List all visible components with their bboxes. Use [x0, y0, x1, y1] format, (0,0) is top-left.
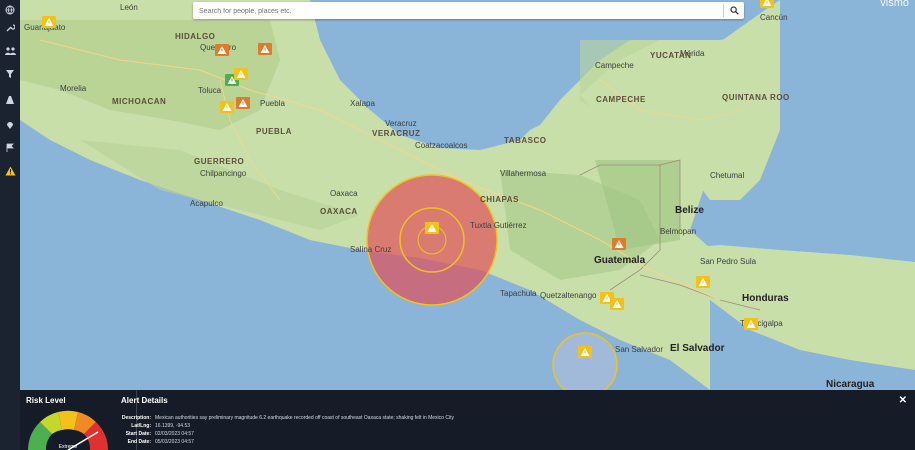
alert-marker-orange[interactable]	[612, 238, 626, 250]
close-button[interactable]: ✕	[899, 395, 907, 406]
alert-icon[interactable]	[2, 163, 18, 179]
alert-marker-orange[interactable]	[236, 97, 250, 109]
alert-marker-yellow[interactable]	[42, 16, 56, 28]
city-label: San Pedro Sula	[700, 257, 757, 266]
alert-marker-yellow[interactable]	[696, 276, 710, 288]
detail-value: 02/03/2023 04:57	[155, 431, 194, 437]
city-label: Chetumal	[710, 171, 745, 180]
city-label: Oaxaca	[330, 189, 358, 198]
city-label: Chilpancingo	[200, 169, 247, 178]
pin-icon[interactable]	[2, 117, 18, 133]
region-label: YUCATAN	[650, 51, 692, 60]
city-label: Morelia	[60, 84, 87, 93]
alert-panel: Risk Level Extreme Alert Details Descrip…	[20, 390, 915, 450]
risk-value-label: Extreme	[59, 444, 78, 450]
region-label: CAMPECHE	[596, 95, 646, 104]
alert-marker-earthquake[interactable]	[425, 222, 439, 234]
region-label: CHIAPAS	[480, 195, 519, 204]
country-label: Guatemala	[594, 255, 646, 266]
city-label: Veracruz	[385, 119, 417, 128]
city-label: Villahermosa	[500, 169, 547, 178]
search-bar	[193, 2, 744, 19]
country-label: Belize	[675, 205, 704, 216]
region-label: HIDALGO	[175, 32, 216, 41]
city-label: Cancún	[760, 13, 788, 22]
alert-marker-yellow[interactable]	[578, 346, 592, 358]
region-label: QUINTANA ROO	[722, 93, 790, 102]
alert-marker-orange[interactable]	[215, 44, 229, 56]
detail-value: 05/03/2023 04:57	[155, 439, 194, 445]
alert-details-title: Alert Details	[121, 396, 168, 405]
region-label: VERACRUZ	[372, 129, 421, 138]
region-label: MICHOACAN	[112, 97, 167, 106]
region-label: GUERRERO	[194, 157, 245, 166]
risk-gauge: Extreme	[28, 410, 108, 450]
people-icon[interactable]	[2, 43, 18, 59]
city-label: Salina Cruz	[350, 245, 392, 254]
city-label: León	[120, 3, 138, 12]
brand-logo: vismo	[880, 0, 909, 9]
detail-value: 16.1399, -94.53	[155, 423, 191, 429]
detail-value: Mexican authorities say preliminary magn…	[155, 415, 454, 421]
city-label: Puebla	[260, 99, 285, 108]
city-label: Acapulco	[190, 199, 223, 208]
alert-marker-yellow[interactable]	[610, 298, 624, 310]
city-label: Campeche	[595, 61, 634, 70]
country-label: El Salvador	[670, 343, 725, 354]
detail-start-row: Start Date: 02/03/2023 04:57	[121, 431, 194, 437]
map-background	[20, 0, 915, 390]
detail-end-row: End Date: 05/03/2023 04:57	[121, 439, 194, 445]
country-label: Nicaragua	[826, 379, 875, 390]
city-label: Tapachula	[500, 289, 537, 298]
detail-key: Description:	[121, 415, 151, 421]
left-sidebar	[0, 0, 20, 450]
detail-key: Start Date:	[125, 431, 151, 437]
city-label: San Salvador	[615, 345, 664, 354]
region-label: PUEBLA	[256, 127, 292, 136]
city-label: Belmopan	[660, 227, 697, 236]
region-label: OAXACA	[320, 207, 358, 216]
alert-marker-yellow[interactable]	[744, 318, 758, 330]
city-label: Quetzaltenango	[540, 291, 597, 300]
region-label: TABASCO	[504, 136, 547, 145]
city-label: Tuxtla Gutiérrez	[470, 221, 527, 230]
search-input[interactable]	[197, 4, 721, 19]
map-canvas[interactable]: León Guanajuato Querétaro Toluca Puebla …	[20, 0, 915, 390]
city-label: Toluca	[198, 86, 222, 95]
search-icon[interactable]	[727, 3, 742, 18]
detail-latlng-row: Lat/Lng: 16.1399, -94.53	[121, 423, 190, 429]
alert-marker-yellow[interactable]	[220, 101, 234, 113]
risk-level-title: Risk Level	[26, 396, 66, 405]
wrench-icon[interactable]	[2, 20, 18, 36]
country-label: Honduras	[742, 293, 789, 304]
filter-icon[interactable]	[2, 66, 18, 82]
alert-marker-yellow[interactable]	[760, 0, 774, 8]
detail-key: Lat/Lng:	[131, 423, 151, 429]
city-label: Xalapa	[350, 99, 375, 108]
detail-description-row: Description: Mexican authorities say prel…	[121, 415, 454, 421]
globe-icon[interactable]	[2, 2, 18, 18]
city-label: Coatzacoalcos	[415, 141, 468, 150]
route-icon[interactable]	[2, 92, 18, 108]
detail-key: End Date:	[127, 439, 151, 445]
search-divider	[723, 4, 724, 17]
flag-icon[interactable]	[2, 140, 18, 156]
alert-marker-orange[interactable]	[258, 43, 272, 55]
alert-marker-yellow[interactable]	[234, 68, 248, 80]
